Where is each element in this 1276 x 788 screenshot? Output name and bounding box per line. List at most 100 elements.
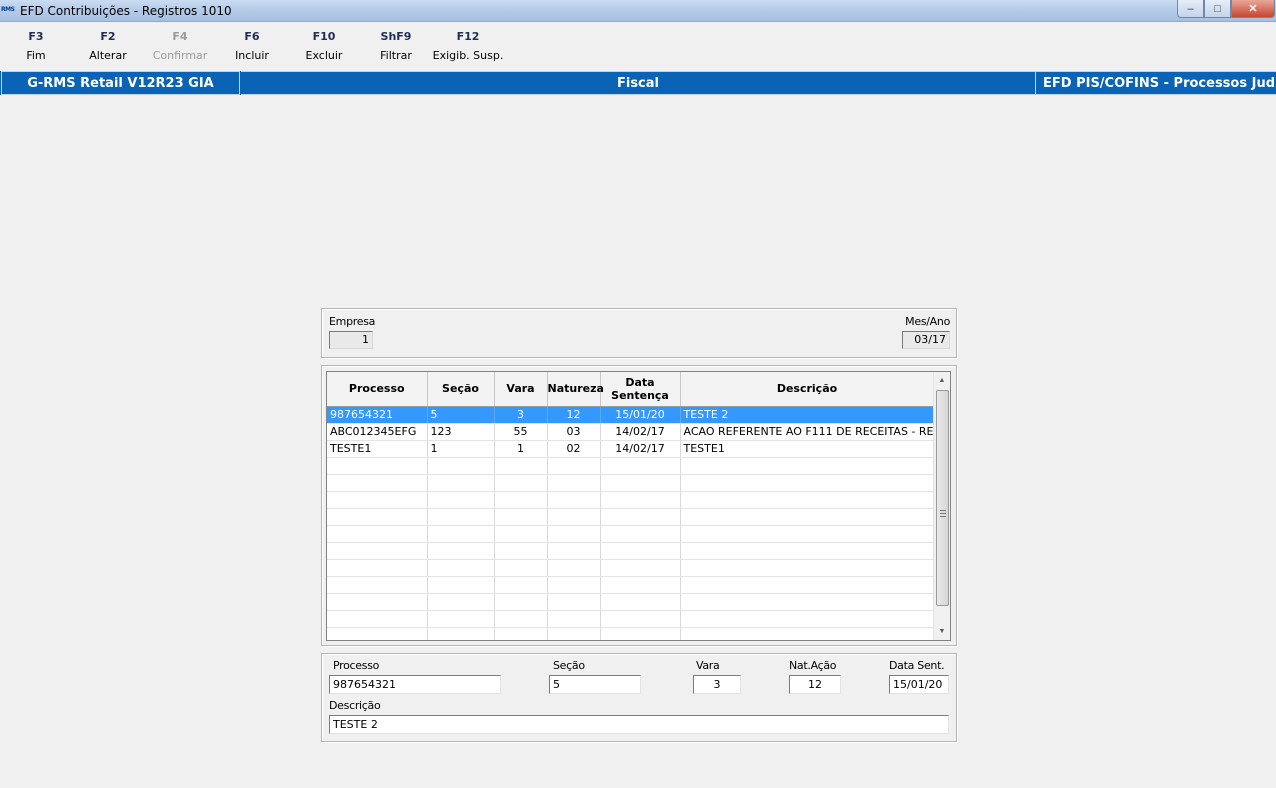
scroll-up-icon[interactable]: ▲ [934,372,950,389]
key-label: F6 [244,30,260,43]
empty-cell [547,559,601,577]
empty-cell [600,593,681,611]
mesano-field[interactable]: 03/17 [902,331,950,349]
empty-cell [547,474,601,492]
empty-cell [327,491,428,509]
empty-cell [680,576,935,594]
empty-cell [327,576,428,594]
function-key-toolbar: F3 Fim F2 Alterar F4 Confirmar F6 Inclui… [0,30,1276,70]
empty-row[interactable] [327,474,935,492]
empty-cell [547,627,601,640]
grip-icon [940,510,946,517]
datasent-label: Data Sent. [889,659,945,672]
cell-natureza: 03 [547,423,601,441]
empty-cell [427,627,495,640]
empty-cell [494,508,548,526]
cell-descricao: TESTE1 [680,440,935,458]
exigib-susp-button[interactable]: F12 Exigib. Susp. [430,30,506,62]
alterar-button[interactable]: F2 Alterar [83,30,133,62]
empty-row[interactable] [327,627,935,640]
minimize-button[interactable]: – [1177,0,1204,18]
empty-cell [600,610,681,628]
col-natureza[interactable]: Natureza [547,372,604,407]
empty-cell [600,542,681,560]
col-secao[interactable]: Seção [427,372,495,407]
incluir-button[interactable]: F6 Incluir [226,30,278,62]
button-label: Incluir [235,49,269,62]
cell-processo: 987654321 [327,406,428,424]
table-row[interactable]: 987654321 5 3 12 15/01/20 TESTE 2 [327,406,935,424]
col-data-sentenca[interactable]: Data Sentença [600,372,681,407]
cell-processo: ABC012345EFG [327,423,428,441]
table-row[interactable]: ABC012345EFG 123 55 03 14/02/17 ACAO REF… [327,423,935,441]
app-icon: RMS [1,6,15,13]
col-descricao[interactable]: Descrição [680,372,935,407]
col-processo[interactable]: Processo [327,372,428,407]
empty-row[interactable] [327,542,935,560]
processo-input[interactable]: 987654321 [329,675,501,694]
cell-data: 15/01/20 [600,406,681,424]
button-label: Confirmar [152,49,208,62]
cell-secao: 123 [427,423,495,441]
empty-cell [494,525,548,543]
cell-secao: 1 [427,440,495,458]
empty-cell [680,610,935,628]
grid-scrollbar[interactable]: ▲ ▼ [933,372,950,640]
empty-cell [680,474,935,492]
product-name: G-RMS Retail V12R23 GIA [1,71,240,95]
close-button[interactable]: ✕ [1231,0,1275,18]
empty-cell [427,559,495,577]
fim-button[interactable]: F3 Fim [18,30,54,62]
cell-vara: 1 [494,440,548,458]
empty-row[interactable] [327,576,935,594]
empty-cell [327,474,428,492]
mesano-label: Mes/Ano [905,315,950,328]
empty-cell [494,457,548,475]
empty-row[interactable] [327,508,935,526]
secao-input[interactable]: 5 [549,675,641,694]
col-vara[interactable]: Vara [494,372,548,407]
empty-row[interactable] [327,457,935,475]
natacao-label: Nat.Ação [789,659,837,672]
descricao-input[interactable]: TESTE 2 [329,715,949,734]
empty-cell [680,508,935,526]
confirmar-button[interactable]: F4 Confirmar [147,30,213,62]
key-label: F10 [312,30,336,43]
empty-cell [327,627,428,640]
cell-vara: 55 [494,423,548,441]
empty-cell [600,474,681,492]
empty-cell [680,457,935,475]
empty-cell [600,627,681,640]
key-label: F2 [100,30,116,43]
title-bar[interactable]: RMS EFD Contribuições - Registros 1010 –… [0,0,1276,22]
maximize-button[interactable]: □ [1204,0,1231,18]
empty-cell [327,508,428,526]
cell-processo: TESTE1 [327,440,428,458]
natacao-input[interactable]: 12 [789,675,841,694]
scroll-thumb[interactable] [936,390,949,606]
descricao-label: Descrição [329,699,381,712]
processos-grid[interactable]: Processo Seção Vara Natureza Data Senten… [326,371,951,641]
empty-cell [327,559,428,577]
empty-row[interactable] [327,593,935,611]
empresa-field[interactable]: 1 [329,331,373,349]
empty-cell [680,525,935,543]
table-row[interactable]: TESTE1 1 1 02 14/02/17 TESTE1 [327,440,935,458]
excluir-button[interactable]: F10 Excluir [298,30,350,62]
empty-cell [547,593,601,611]
datasent-input[interactable]: 15/01/20 [889,675,949,694]
scroll-down-icon[interactable]: ▼ [934,623,950,640]
cell-data: 14/02/17 [600,423,681,441]
empty-cell [427,508,495,526]
empty-row[interactable] [327,491,935,509]
empty-row[interactable] [327,559,935,577]
empresa-label: Empresa [329,315,376,328]
empty-row[interactable] [327,610,935,628]
filtrar-button[interactable]: ShF9 Filtrar [371,30,421,62]
screen-name: EFD PIS/COFINS - Processos Judiciai [1035,71,1276,95]
empty-cell [427,525,495,543]
empty-row[interactable] [327,525,935,543]
empty-cell [547,610,601,628]
vara-input[interactable]: 3 [693,675,741,694]
empty-cell [547,542,601,560]
